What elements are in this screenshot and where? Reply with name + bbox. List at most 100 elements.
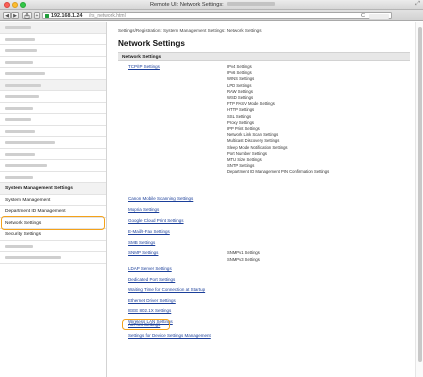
- snmp-sub-item: SNMPv3 Settings: [227, 256, 260, 262]
- close-window-icon[interactable]: [4, 2, 10, 8]
- share-button[interactable]: [22, 11, 32, 19]
- tcpip-sub-item: MTU Size Settings: [227, 157, 262, 162]
- sidebar-item[interactable]: [0, 91, 106, 103]
- tcpip-sub-item: RAW Settings: [227, 88, 253, 94]
- tcpip-sub-item: Port Number Settings: [227, 150, 268, 156]
- sidebar-item-label: Security Settings: [5, 232, 41, 238]
- dedicated-port-settings-link[interactable]: Dedicated Port Settings: [128, 277, 175, 282]
- breadcrumb: Settings/Registration: System Management…: [118, 28, 262, 33]
- forward-button[interactable]: ▶: [11, 11, 19, 19]
- url-path: /rs_network.html: [89, 13, 126, 20]
- main-content: Settings/Registration: System Management…: [108, 22, 415, 377]
- sidebar: System Management Settings System Manage…: [0, 22, 107, 377]
- window-title: Remote UI: Network Settings:: [150, 2, 275, 8]
- tcpip-sub-item: SNTP Settings: [227, 163, 255, 169]
- forward-arrow-icon: ▶: [13, 12, 17, 19]
- network-settings-highlight: [1, 216, 105, 230]
- redacted-label: [5, 106, 33, 110]
- canon-mobile-scanning-settings-link[interactable]: Canon Mobile Scanning Settings: [128, 196, 193, 201]
- tcpip-sub-item: Department ID Management PIN Confirmatio…: [227, 169, 330, 175]
- reader-button[interactable]: [369, 13, 389, 19]
- sidebar-item[interactable]: [0, 241, 106, 252]
- sidebar-item-label: Department ID Management: [5, 209, 66, 215]
- sidebar-item[interactable]: [0, 160, 106, 172]
- sidebar-item[interactable]: [0, 45, 106, 57]
- sidebar-item[interactable]: [0, 252, 106, 264]
- redacted-label: [5, 129, 35, 133]
- new-tab-button[interactable]: +: [34, 11, 40, 19]
- waiting-time-startup-link[interactable]: Waiting Time for Connection at Startup: [128, 287, 205, 292]
- airprint-settings-highlight: [122, 319, 170, 330]
- reload-icon[interactable]: C: [361, 13, 365, 19]
- sidebar-item[interactable]: [0, 57, 106, 68]
- page-scrollbar[interactable]: [415, 22, 423, 377]
- share-icon: [24, 12, 30, 19]
- sidebar-item[interactable]: [0, 172, 106, 183]
- sidebar-item[interactable]: [0, 149, 106, 160]
- redacted-label: [5, 37, 35, 41]
- google-cloud-print-settings-link[interactable]: Google Cloud Print Settings: [128, 218, 184, 223]
- tcpip-settings-link[interactable]: TCP/IP Settings: [128, 64, 160, 69]
- ieee-8021x-settings-link[interactable]: IEEE 802.1X Settings: [128, 308, 171, 313]
- redacted-label: [5, 118, 31, 122]
- tcpip-sub-item: SSL Settings: [227, 113, 252, 119]
- sidebar-item-label: System Management: [5, 197, 51, 203]
- tcpip-sub-item: IPv6 Settings: [227, 70, 252, 76]
- redacted-label: [5, 60, 33, 64]
- zoom-window-icon[interactable]: [20, 2, 26, 8]
- tcpip-sub-item: IPv4 Settings: [227, 64, 252, 69]
- scrollbar-thumb[interactable]: [418, 27, 422, 362]
- redacted-label: [5, 256, 61, 260]
- sidebar-item-network-settings[interactable]: Network Settings: [0, 216, 106, 230]
- tcpip-sub-item: Multicast Discovery Settings: [227, 138, 280, 144]
- sidebar-item[interactable]: [0, 103, 106, 114]
- sidebar-item-security-settings[interactable]: Security Settings: [0, 229, 106, 241]
- sidebar-item-system-management[interactable]: System Management: [0, 195, 106, 206]
- redacted-label: [5, 49, 37, 53]
- mopria-settings-link[interactable]: Mopria Settings: [128, 207, 159, 212]
- sidebar-item[interactable]: [0, 34, 106, 45]
- ldap-server-settings-link[interactable]: LDAP Server Settings: [128, 266, 172, 271]
- redacted-device-name: [226, 2, 275, 7]
- plus-icon: +: [35, 12, 39, 19]
- back-button[interactable]: ◀: [3, 11, 11, 19]
- snmp-sub-item: SNMPv1 Settings: [227, 250, 260, 255]
- tcpip-sub-item: WSD Settings: [227, 95, 254, 100]
- url-host: 192.168.1.24: [51, 13, 83, 20]
- smb-settings-link[interactable]: SMB Settings: [128, 240, 155, 245]
- address-bar[interactable]: 192.168.1.24 /rs_network.html C: [42, 11, 392, 20]
- section-header-label: Network Settings: [122, 54, 162, 60]
- fullscreen-icon[interactable]: ⤢: [415, 1, 420, 8]
- redacted-label: [5, 175, 33, 179]
- browser-toolbar: ◀ ▶ + 192.168.1.24 /rs_network.html C: [0, 10, 423, 21]
- sidebar-item[interactable]: [0, 137, 106, 149]
- sidebar-item[interactable]: [0, 114, 106, 126]
- redacted-label: [5, 244, 33, 248]
- sidebar-group-preferences: [0, 22, 106, 34]
- sidebar-group-function: [0, 79, 106, 91]
- site-favicon-icon: [45, 14, 49, 18]
- redacted-label: [5, 164, 47, 168]
- ethernet-driver-settings-link[interactable]: Ethernet Driver Settings: [128, 298, 176, 303]
- back-arrow-icon: ◀: [5, 12, 9, 19]
- sidebar-item[interactable]: [0, 68, 106, 80]
- redacted-label: [5, 72, 45, 76]
- tcpip-sub-item: FTP PASV Mode Settings: [227, 101, 275, 107]
- tcpip-sub-item: Sleep Mode Notification Settings: [227, 144, 288, 150]
- redacted-label: [5, 141, 55, 145]
- tcpip-sub-item: Proxy Settings: [227, 119, 254, 125]
- page-title: Network Settings: [118, 38, 185, 48]
- redacted-label: [5, 152, 35, 156]
- redacted-label: [5, 26, 31, 30]
- section-header: Network Settings: [118, 52, 410, 61]
- redacted-label: [5, 83, 41, 87]
- device-settings-management-link[interactable]: Settings for Device Settings Management: [128, 333, 211, 338]
- tcpip-sub-item: LPD Settings: [227, 82, 252, 88]
- minimize-window-icon[interactable]: [12, 2, 18, 8]
- tcpip-sub-item: WINS Settings: [227, 76, 255, 82]
- sidebar-group-label: System Management Settings: [5, 186, 73, 192]
- tcpip-sub-item: Network Link Scan Settings: [227, 132, 279, 138]
- sidebar-item[interactable]: [0, 126, 106, 137]
- snmp-settings-link[interactable]: SNMP Settings: [128, 250, 158, 255]
- email-ifax-settings-link[interactable]: E-Mail/I-Fax Settings: [128, 229, 170, 234]
